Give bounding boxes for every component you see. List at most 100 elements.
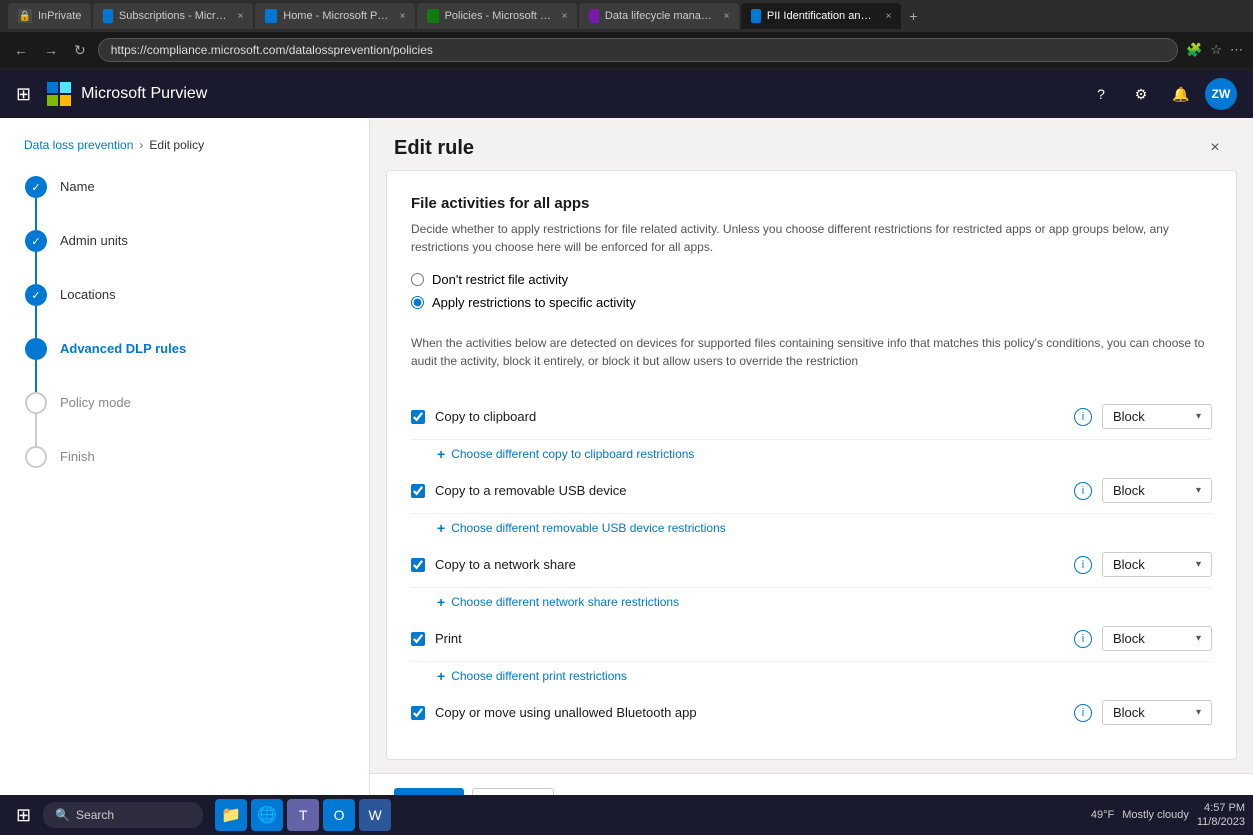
chevron-down-icon: ▾ xyxy=(1196,707,1201,718)
checkbox-bluetooth[interactable] xyxy=(411,706,425,720)
purview-logo-icon xyxy=(47,82,71,106)
address-input[interactable] xyxy=(98,38,1178,62)
notification-icon-btn[interactable]: 🔔 xyxy=(1165,78,1197,110)
dropdown-clipboard[interactable]: Block ▾ xyxy=(1102,404,1212,429)
panel-title: Edit rule xyxy=(394,137,474,160)
tab-lifecycle[interactable]: Data lifecycle management - M... × xyxy=(579,3,739,29)
info-icon-network[interactable]: i xyxy=(1074,556,1092,574)
step-label-policy[interactable]: Policy mode xyxy=(60,392,131,412)
taskbar-app-teams[interactable]: T xyxy=(287,799,319,831)
step-line-name xyxy=(35,198,37,230)
tab-favicon-home xyxy=(265,9,277,23)
taskbar-app-edge[interactable]: 🌐 xyxy=(251,799,283,831)
radio-group: Don't restrict file activity Apply restr… xyxy=(411,272,1212,310)
taskbar-app-outlook[interactable]: O xyxy=(323,799,355,831)
settings-icon[interactable]: ⋯ xyxy=(1230,42,1243,58)
tab-close-subscriptions[interactable]: × xyxy=(238,11,244,22)
step-connector-locations: ✓ xyxy=(24,284,48,338)
tab-close-policies[interactable]: × xyxy=(562,11,568,22)
info-icon-print[interactable]: i xyxy=(1074,630,1092,648)
files-icon: 📁 xyxy=(221,805,241,825)
info-icon-clipboard[interactable]: i xyxy=(1074,408,1092,426)
tab-favicon-pii xyxy=(751,9,760,23)
radio-apply-restrictions[interactable]: Apply restrictions to specific activity xyxy=(411,295,1212,310)
radio-dont-restrict[interactable]: Don't restrict file activity xyxy=(411,272,1212,287)
dropdown-network[interactable]: Block ▾ xyxy=(1102,552,1212,577)
tab-close-pii[interactable]: × xyxy=(886,11,892,22)
help-icon-btn[interactable]: ? xyxy=(1085,78,1117,110)
extensions-icon[interactable]: 🧩 xyxy=(1186,42,1202,58)
step-line-policy xyxy=(35,414,37,446)
back-button[interactable]: ← xyxy=(10,40,32,60)
dropdown-value-network: Block xyxy=(1113,557,1145,572)
search-label: Search xyxy=(76,808,114,822)
tab-close-home[interactable]: × xyxy=(400,11,406,22)
breadcrumb-parent[interactable]: Data loss prevention xyxy=(24,138,133,152)
refresh-button[interactable]: ↻ xyxy=(70,40,90,61)
tab-pii[interactable]: PII Identification and Minimizati... × xyxy=(741,3,901,29)
taskbar-system-tray: 49°F Mostly cloudy 4:57 PM 11/8/2023 xyxy=(1091,801,1245,830)
activity-list: Copy to clipboard i Block ▾ + Choose dif… xyxy=(411,394,1212,735)
expand-label-network: Choose different network share restricti… xyxy=(451,595,679,609)
radio-input-apply-restrictions[interactable] xyxy=(411,296,424,309)
radio-input-dont-restrict[interactable] xyxy=(411,273,424,286)
step-label-admin[interactable]: Admin units xyxy=(60,230,128,250)
expand-clipboard[interactable]: + Choose different copy to clipboard res… xyxy=(411,440,1212,468)
star-icon[interactable]: ☆ xyxy=(1210,42,1222,58)
tab-policies[interactable]: Policies - Microsoft Purview × xyxy=(417,3,577,29)
dropdown-value-print: Block xyxy=(1113,631,1145,646)
outlook-icon: O xyxy=(334,807,345,823)
expand-network[interactable]: + Choose different network share restric… xyxy=(411,588,1212,616)
dropdown-bluetooth[interactable]: Block ▾ xyxy=(1102,700,1212,725)
taskbar-search[interactable]: 🔍 Search xyxy=(43,802,203,828)
wizard-step-policy: Policy mode xyxy=(24,392,345,446)
taskbar-app-word[interactable]: W xyxy=(359,799,391,831)
step-line-dlp xyxy=(35,360,37,392)
waffle-icon[interactable]: ⊞ xyxy=(16,84,31,105)
chevron-down-icon: ▾ xyxy=(1196,485,1201,496)
checkbox-print[interactable] xyxy=(411,632,425,646)
tab-favicon-subscriptions xyxy=(103,9,113,23)
step-circle-name: ✓ xyxy=(25,176,47,198)
app-header: ⊞ Microsoft Purview ? ⚙ 🔔 ZW xyxy=(0,70,1253,118)
new-tab-button[interactable]: + xyxy=(903,8,923,24)
content-panel: Edit rule × File activities for all apps… xyxy=(370,118,1253,835)
chevron-down-icon: ▾ xyxy=(1196,411,1201,422)
dropdown-value-usb: Block xyxy=(1113,483,1145,498)
step-label-locations[interactable]: Locations xyxy=(60,284,116,304)
taskbar-app-files[interactable]: 📁 xyxy=(215,799,247,831)
activity-group-bluetooth: Copy or move using unallowed Bluetooth a… xyxy=(411,690,1212,735)
step-label-dlp[interactable]: Advanced DLP rules xyxy=(60,338,186,358)
activity-name-print: Print xyxy=(435,631,1064,646)
dropdown-value-clipboard: Block xyxy=(1113,409,1145,424)
wizard-steps: ✓ Name ✓ Admin units ✓ Locations xyxy=(24,176,345,468)
tab-home[interactable]: Home - Microsoft Purview × xyxy=(255,3,415,29)
tab-bar: 🔒 InPrivate Subscriptions - Microsoft 36… xyxy=(0,0,1253,32)
expand-usb[interactable]: + Choose different removable USB device … xyxy=(411,514,1212,542)
info-icon-usb[interactable]: i xyxy=(1074,482,1092,500)
dropdown-print[interactable]: Block ▾ xyxy=(1102,626,1212,651)
avatar-button[interactable]: ZW xyxy=(1205,78,1237,110)
activity-row-clipboard: Copy to clipboard i Block ▾ xyxy=(411,394,1212,440)
step-label-finish[interactable]: Finish xyxy=(60,446,95,466)
step-line-locations xyxy=(35,306,37,338)
breadcrumb-separator: › xyxy=(139,138,143,152)
breadcrumb-current: Edit policy xyxy=(149,138,204,152)
info-icon-bluetooth[interactable]: i xyxy=(1074,704,1092,722)
start-button[interactable]: ⊞ xyxy=(8,805,39,826)
forward-button[interactable]: → xyxy=(40,40,62,60)
dropdown-value-bluetooth: Block xyxy=(1113,705,1145,720)
expand-print[interactable]: + Choose different print restrictions xyxy=(411,662,1212,690)
tab-subscriptions[interactable]: Subscriptions - Microsoft 365 a... × xyxy=(93,3,253,29)
checkbox-network[interactable] xyxy=(411,558,425,572)
word-icon: W xyxy=(368,807,381,823)
activity-name-bluetooth: Copy or move using unallowed Bluetooth a… xyxy=(435,705,1064,720)
close-button[interactable]: × xyxy=(1201,134,1229,162)
settings-icon-btn[interactable]: ⚙ xyxy=(1125,78,1157,110)
step-label-name[interactable]: Name xyxy=(60,176,95,196)
checkbox-usb[interactable] xyxy=(411,484,425,498)
tab-inprivate[interactable]: 🔒 InPrivate xyxy=(8,3,91,29)
dropdown-usb[interactable]: Block ▾ xyxy=(1102,478,1212,503)
checkbox-clipboard[interactable] xyxy=(411,410,425,424)
tab-close-lifecycle[interactable]: × xyxy=(724,11,730,22)
